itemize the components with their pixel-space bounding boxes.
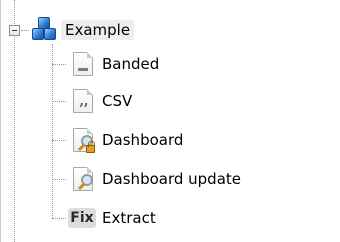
dashboard-lock-icon (68, 125, 96, 155)
tree-view: Example Banded ,, CSV Dashboard Dashboar… (0, 0, 340, 242)
csv-file-icon: ,, (68, 86, 96, 116)
tree-connector-vertical (14, 0, 15, 24)
tree-node-label: Dashboard (102, 131, 184, 149)
tree-node-label: Example (61, 20, 135, 40)
dashboard-icon (68, 164, 96, 194)
fix-icon: Fix (68, 203, 96, 233)
tree-node-label: CSV (102, 92, 133, 110)
tree-node-label: Dashboard update (102, 170, 241, 188)
tree-connector-horizontal (52, 179, 66, 180)
tree-node-banded[interactable]: Banded (68, 49, 159, 79)
tree-connector-vertical (14, 37, 15, 242)
tree-connector-horizontal (52, 218, 66, 219)
cubes-icon (30, 15, 58, 45)
tree-connector-vertical (52, 44, 53, 218)
tree-node-example[interactable]: Example (30, 15, 135, 45)
tree-node-dashboard[interactable]: Dashboard (68, 125, 183, 155)
tree-node-csv[interactable]: ,, CSV (68, 86, 132, 116)
tree-node-label: Extract (102, 209, 156, 227)
tree-node-label: Banded (102, 55, 160, 73)
tree-node-dashboard-update[interactable]: Dashboard update (68, 164, 241, 194)
banded-report-icon (68, 49, 96, 79)
tree-node-extract[interactable]: Fix Extract (68, 203, 156, 233)
collapse-toggle-icon[interactable] (9, 25, 20, 36)
tree-connector-horizontal (52, 64, 66, 65)
tree-connector-horizontal (21, 30, 29, 31)
tree-connector-horizontal (52, 140, 66, 141)
tree-connector-horizontal (52, 101, 66, 102)
tree-left-border (0, 0, 1, 242)
